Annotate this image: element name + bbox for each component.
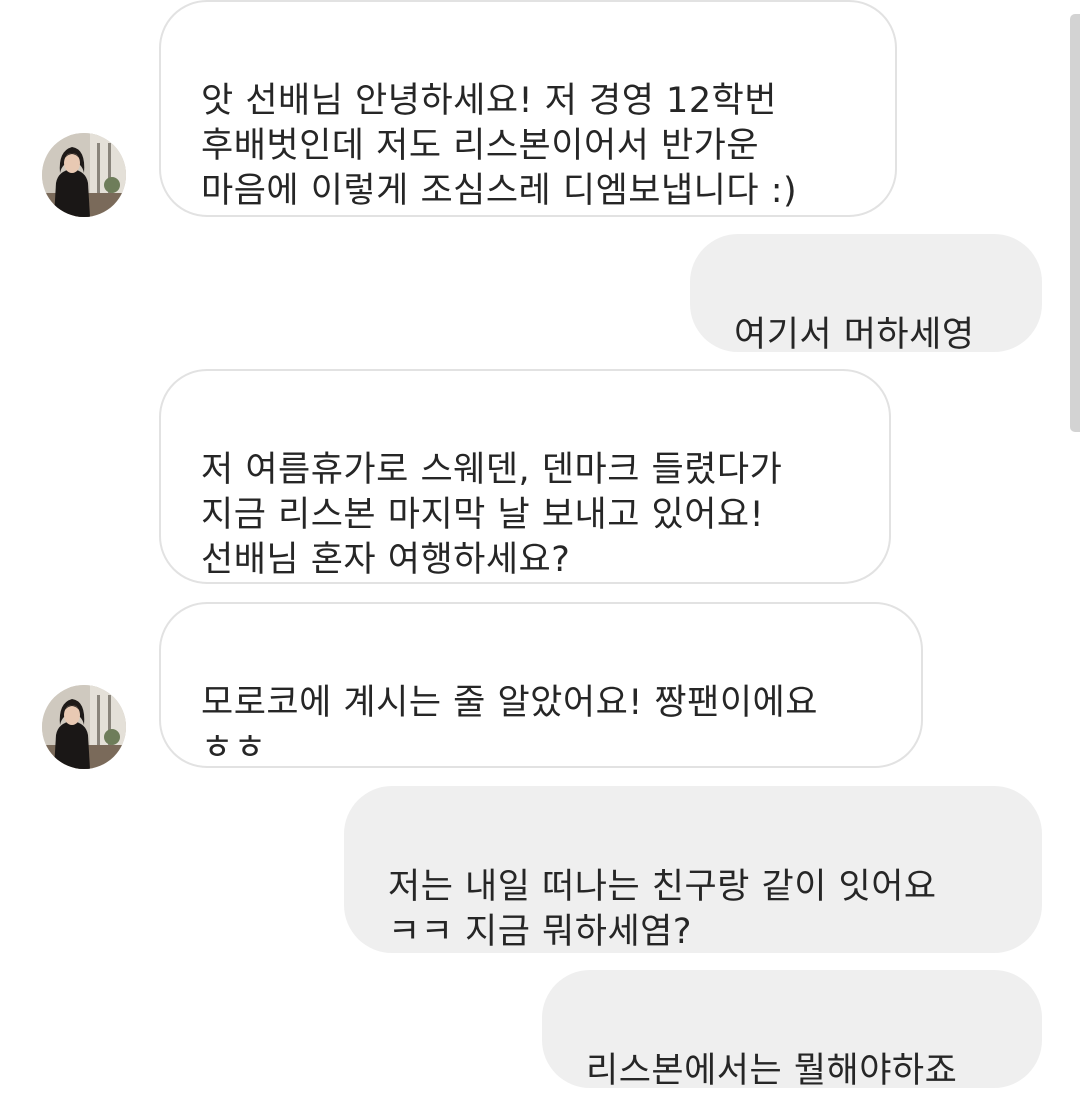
message-bubble-incoming[interactable]: 저 여름휴가로 스웨덴, 덴마크 들렸다가 지금 리스본 마지막 날 보내고 있… (159, 369, 891, 584)
message-text: 저 여름휴가로 스웨덴, 덴마크 들렸다가 지금 리스본 마지막 날 보내고 있… (201, 450, 783, 580)
message-thread[interactable]: 앗 선배님 안녕하세요! 저 경영 12학번 후배벗인데 저도 리스본이어서 반… (0, 0, 1080, 1103)
message-bubble-incoming[interactable]: 모로코에 계시는 줄 알았어요! 짱팬이에요 ㅎㅎ (159, 602, 923, 768)
message-bubble-outgoing[interactable]: 리스본에서는 뭘해야하죠 (542, 970, 1042, 1091)
message-text: 앗 선배님 안녕하세요! 저 경영 12학번 후배벗인데 저도 리스본이어서 반… (201, 81, 798, 211)
avatar-photo-icon (42, 133, 126, 217)
message-text: 리스본에서는 뭘해야하죠 (586, 1051, 958, 1091)
sender-avatar[interactable] (42, 685, 126, 769)
scrollbar[interactable] (1070, 14, 1080, 432)
message-text: 모로코에 계시는 줄 알았어요! 짱팬이에요 ㅎㅎ (201, 683, 818, 768)
message-bubble-outgoing[interactable]: 여기서 머하세영 (690, 234, 1042, 355)
message-text: 저는 내일 떠나는 친구랑 같이 잇어요 ㅋㅋ 지금 뭐하세염? (388, 867, 937, 952)
message-bubble-outgoing[interactable]: 저는 내일 떠나는 친구랑 같이 잇어요 ㅋㅋ 지금 뭐하세염? (344, 786, 1042, 953)
message-bubble-incoming[interactable]: 앗 선배님 안녕하세요! 저 경영 12학번 후배벗인데 저도 리스본이어서 반… (159, 0, 897, 217)
sender-avatar[interactable] (42, 133, 126, 217)
message-text: 여기서 머하세영 (734, 315, 975, 355)
avatar-photo-icon (42, 685, 126, 769)
